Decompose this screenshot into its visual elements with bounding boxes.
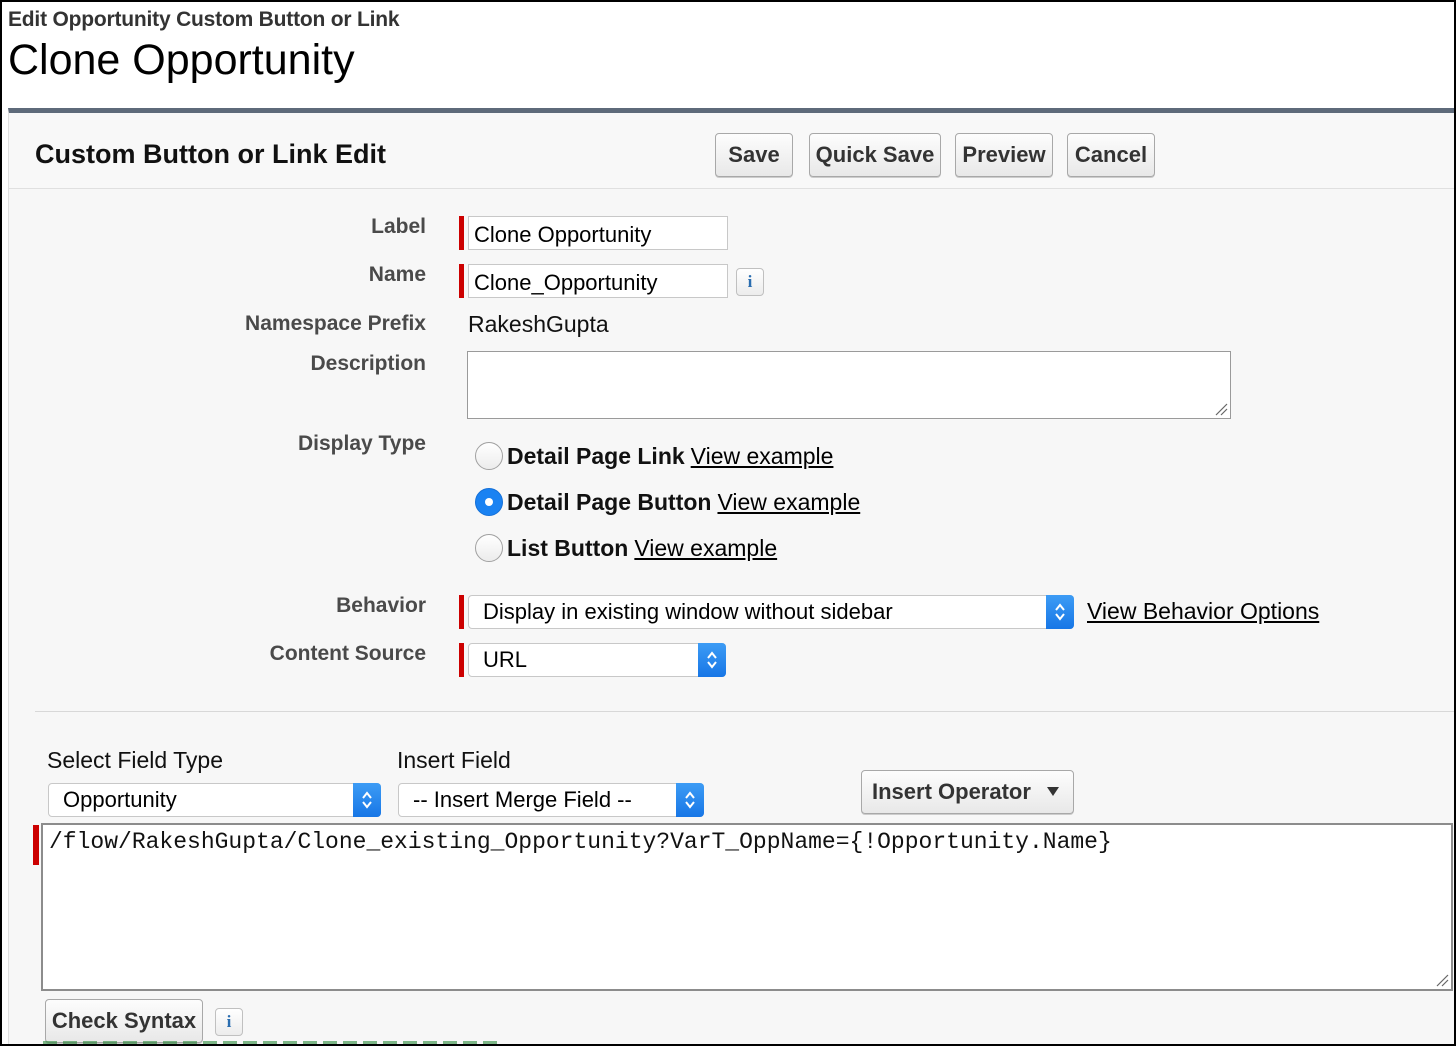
content-source-caption: Content Source: [269, 642, 426, 665]
panel-header: Custom Button or Link Edit Save Quick Sa…: [9, 113, 1454, 189]
info-icon[interactable]: i: [736, 268, 764, 296]
section-divider: [35, 711, 1454, 712]
select-field-type-caption: Select Field Type: [47, 747, 224, 773]
insert-merge-field-select[interactable]: -- Insert Merge Field --: [398, 783, 704, 817]
cutoff-help-text: [43, 1041, 503, 1044]
dropdown-triangle-icon: [1047, 787, 1059, 796]
page-title: Clone Opportunity: [8, 36, 355, 84]
namespace-caption: Namespace Prefix: [245, 312, 426, 335]
insert-operator-button[interactable]: Insert Operator: [861, 770, 1074, 814]
radio-detail-page-link[interactable]: [475, 442, 503, 470]
radio-detail-page-button[interactable]: [475, 488, 503, 516]
required-marker: [459, 216, 464, 250]
description-caption: Description: [310, 352, 426, 375]
radio-label: Detail Page Link: [507, 442, 685, 469]
view-example-link[interactable]: View example: [634, 535, 777, 562]
display-type-caption: Display Type: [298, 432, 426, 455]
behavior-value: Display in existing window without sideb…: [483, 599, 893, 624]
page-frame: Edit Opportunity Custom Button or Link C…: [0, 0, 1456, 1046]
page-header: Edit Opportunity Custom Button or Link C…: [8, 8, 400, 84]
namespace-value: RakeshGupta: [468, 311, 609, 337]
label-caption: Label: [371, 215, 426, 238]
edit-panel: Custom Button or Link Edit Save Quick Sa…: [8, 108, 1454, 1044]
preview-button[interactable]: Preview: [955, 133, 1053, 177]
display-type-option-detail-page-button: Detail Page Button View example: [475, 488, 860, 516]
view-example-link[interactable]: View example: [691, 443, 834, 470]
label-input[interactable]: Clone Opportunity: [468, 216, 728, 250]
resize-grip-icon[interactable]: [1214, 402, 1228, 416]
insert-field-caption: Insert Field: [397, 747, 511, 773]
display-type-option-detail-page-link: Detail Page Link View example: [475, 442, 833, 470]
select-arrows-icon: [676, 783, 704, 817]
select-arrows-icon: [698, 643, 726, 677]
breadcrumb: Edit Opportunity Custom Button or Link: [8, 8, 400, 31]
display-type-option-list-button: List Button View example: [475, 534, 777, 562]
save-button[interactable]: Save: [715, 133, 793, 177]
required-marker: [459, 264, 464, 298]
resize-grip-icon[interactable]: [1435, 973, 1449, 987]
name-input[interactable]: Clone_Opportunity: [468, 264, 728, 298]
info-icon[interactable]: i: [215, 1008, 243, 1036]
required-marker: [459, 643, 464, 677]
field-type-select[interactable]: Opportunity: [48, 783, 381, 817]
required-marker: [33, 825, 39, 865]
select-arrows-icon: [353, 783, 381, 817]
radio-label: Detail Page Button: [507, 488, 712, 515]
formula-editor[interactable]: /flow/RakeshGupta/Clone_existing_Opportu…: [41, 823, 1453, 991]
check-syntax-button[interactable]: Check Syntax: [45, 999, 203, 1043]
behavior-select[interactable]: Display in existing window without sideb…: [468, 595, 1074, 629]
behavior-caption: Behavior: [336, 594, 426, 617]
select-arrows-icon: [1046, 595, 1074, 629]
quick-save-button[interactable]: Quick Save: [809, 133, 941, 177]
cancel-button[interactable]: Cancel: [1067, 133, 1155, 177]
view-behavior-options-link[interactable]: View Behavior Options: [1087, 598, 1319, 625]
formula-text: /flow/RakeshGupta/Clone_existing_Opportu…: [49, 829, 1112, 855]
radio-list-button[interactable]: [475, 534, 503, 562]
insert-operator-label: Insert Operator: [872, 779, 1031, 804]
required-marker: [459, 595, 464, 629]
insert-merge-field-value: -- Insert Merge Field --: [413, 787, 632, 812]
content-source-value: URL: [483, 647, 528, 672]
content-source-select[interactable]: URL: [468, 643, 726, 677]
description-textarea[interactable]: [467, 351, 1231, 419]
view-example-link[interactable]: View example: [717, 489, 860, 516]
radio-label: List Button: [507, 534, 629, 561]
field-type-value: Opportunity: [63, 787, 177, 812]
panel-title: Custom Button or Link Edit: [35, 139, 386, 169]
name-caption: Name: [368, 263, 426, 286]
